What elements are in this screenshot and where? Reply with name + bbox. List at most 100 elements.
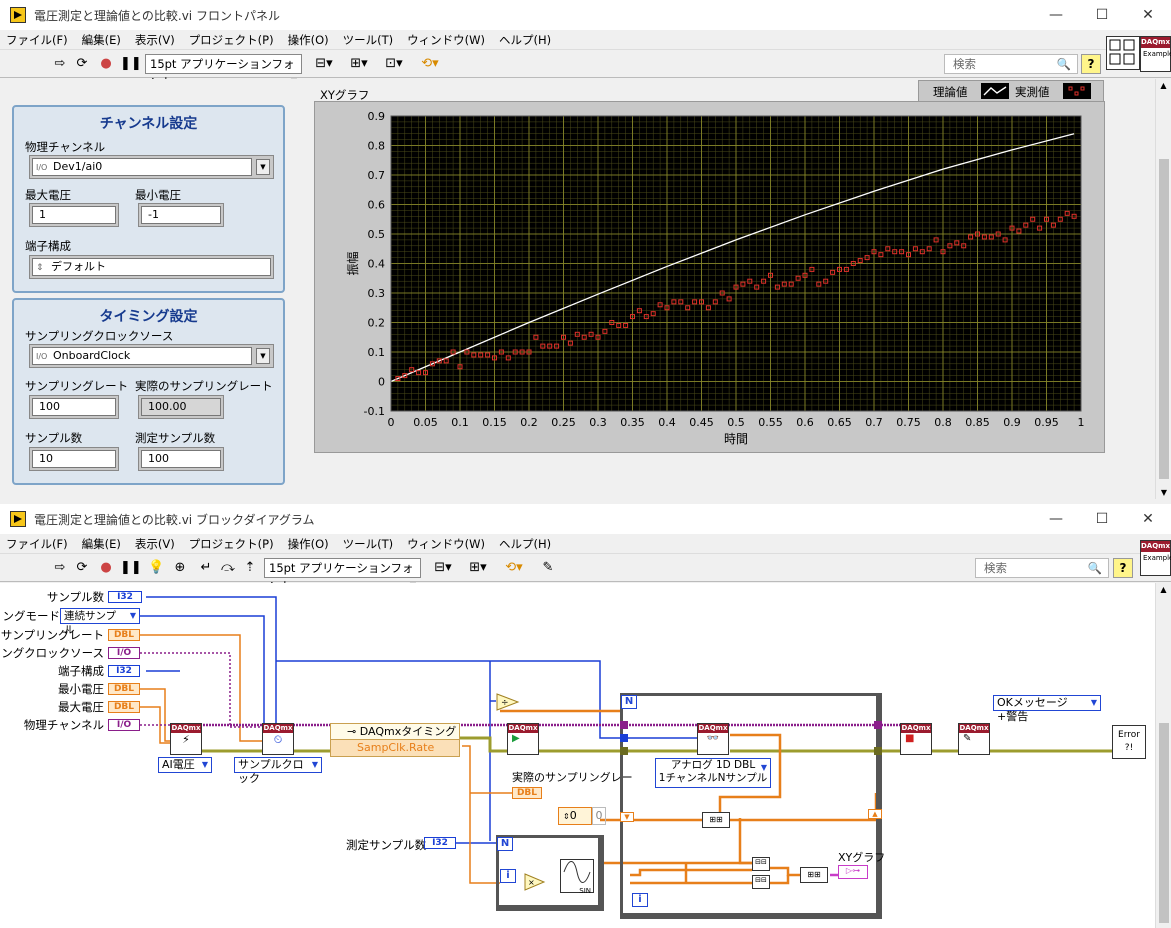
menu-item[interactable]: ウィンドウ(W) [407,32,485,48]
sine-function[interactable]: SIN [560,859,594,895]
daqmx-stop-vi[interactable]: DAQmx ■ [900,723,932,755]
align-objects-icon[interactable]: ⊟▾ [310,56,338,72]
daqmx-create-channel-vi[interactable]: DAQmx ⚡ [170,723,202,755]
max-voltage-input[interactable]: 1 [29,203,119,227]
scroll-thumb[interactable] [1159,723,1169,923]
sampling-rate-input[interactable]: 100 [29,395,119,419]
step-out-icon[interactable]: ⇡ [242,560,258,576]
scroll-down-icon[interactable]: ▼ [1156,488,1171,497]
help-button[interactable]: ? [1113,558,1133,578]
retain-wire-values-icon[interactable]: ⊕ [172,560,188,576]
build-array-plots[interactable]: ⊞⊞ [800,867,828,883]
bundle-function-b[interactable]: ⊟⊟ [752,875,770,889]
reorder-icon[interactable]: ⟲▾ [500,560,528,576]
terminal-config-terminal[interactable]: I32 [108,665,140,677]
menu-item[interactable]: ウィンドウ(W) [407,536,485,552]
run-arrow-icon[interactable]: ⇨ [52,560,68,576]
chevron-down-icon[interactable]: ▼ [256,159,270,175]
step-over-icon[interactable]: ⤼ [220,560,236,576]
daqmx-start-vi[interactable]: DAQmx ▶ [507,723,539,755]
min-voltage-terminal[interactable]: DBL [108,683,140,695]
minimize-button[interactable]: — [1033,0,1079,30]
resize-objects-icon[interactable]: ⊡▾ [380,56,408,72]
step-into-icon[interactable]: ↵ [198,560,214,576]
clean-up-diagram-icon[interactable]: ✎ [540,560,556,576]
search-input[interactable]: 検索 🔍 [944,54,1078,74]
distribute-objects-icon[interactable]: ⊞▾ [345,56,373,72]
font-select[interactable]: 15pt アプリケーションフォント [264,558,421,595]
simple-error-handler[interactable]: Error ?! [1112,725,1146,759]
samp-clk-rate-property[interactable]: SampClk.Rate [331,740,459,756]
menu-item[interactable]: 編集(E) [82,32,121,48]
ai-voltage-select[interactable]: AI電圧 [158,757,212,773]
align-objects-icon[interactable]: ⊟▾ [429,560,457,576]
read-mode-select[interactable]: アナログ 1D DBL 1チャンネルNサンプル ▼ [655,758,771,788]
sampling-rate-terminal[interactable]: DBL [108,629,140,641]
scroll-up-icon[interactable]: ▲ [1156,585,1171,594]
loop-count-terminal[interactable]: N [621,695,637,709]
font-select[interactable]: 15pt アプリケーションフォント [145,54,302,91]
highlight-execution-icon[interactable]: 💡 [148,560,164,576]
xy-graph-terminal[interactable]: ▷⊶ [838,865,868,879]
menu-item[interactable]: プロジェクト(P) [189,536,274,552]
close-button[interactable]: ✕ [1125,504,1171,534]
divide-function[interactable]: ÷ [496,693,520,711]
daqmx-timing-vi[interactable]: DAQmx ⏲ [262,723,294,755]
clock-source-terminal[interactable]: I/O [108,647,140,659]
error-message-select[interactable]: OKメッセージ+警告 [993,695,1101,723]
daqmx-timing-property-node[interactable]: ⊸ DAQmxタイミング SampClk.Rate [330,723,460,757]
search-input[interactable]: 検索 🔍 [975,558,1109,578]
menu-item[interactable]: プロジェクト(P) [189,32,274,48]
abort-icon[interactable]: ● [98,560,114,576]
build-array-function[interactable]: ⊞⊞ [702,812,730,828]
run-continuous-icon[interactable]: ⟳ [74,56,90,72]
minimize-button[interactable]: — [1033,504,1079,534]
for-loop-count-terminal[interactable]: N [497,837,513,851]
samples-terminal[interactable]: I32 [108,591,142,603]
terminal-config-ring[interactable]: ⇕ デフォルト [29,255,274,279]
measure-samples-input[interactable]: 100 [138,447,224,471]
while-loop[interactable] [620,693,882,919]
daqmx-read-vi[interactable]: DAQmx 👓 [697,723,729,755]
menu-item[interactable]: 操作(O) [288,32,329,48]
pause-icon[interactable]: ❚❚ [120,560,142,576]
abort-icon[interactable]: ● [98,56,114,72]
maximize-button[interactable]: ☐ [1079,0,1125,30]
multiply-function[interactable]: × [524,873,546,891]
samples-input[interactable]: 10 [29,447,119,471]
physical-channel-control[interactable]: I/O Dev1/ai0 ▼ [29,155,274,179]
menu-item[interactable]: ヘルプ(H) [499,32,551,48]
maximize-button[interactable]: ☐ [1079,504,1125,534]
reorder-icon[interactable]: ⟲▾ [416,56,444,72]
block-diagram-scrollbar[interactable]: ▲ [1155,583,1171,928]
menu-item[interactable]: 表示(V) [135,32,175,48]
menu-item[interactable]: 表示(V) [135,536,175,552]
sample-mode-ring[interactable]: 連続サンプル [60,608,140,636]
menu-item[interactable]: 編集(E) [82,536,121,552]
min-voltage-input[interactable]: -1 [138,203,224,227]
clock-source-control[interactable]: I/O OnboardClock ▼ [29,344,274,368]
menu-item[interactable]: ヘルプ(H) [499,536,551,552]
front-panel-scrollbar[interactable]: ▲ ▼ [1155,79,1171,499]
sample-clock-select[interactable]: サンプルクロック [234,757,322,785]
scroll-up-icon[interactable]: ▲ [1156,81,1171,90]
actual-rate-indicator-terminal[interactable]: DBL [512,787,542,799]
for-loop-iteration-terminal[interactable]: i [500,869,516,883]
distribute-objects-icon[interactable]: ⊞▾ [464,560,492,576]
bundle-function-a[interactable]: ⊟⊟ [752,857,770,871]
help-button[interactable]: ? [1081,54,1101,74]
plot-legend[interactable]: 理論値 実測値 [918,80,1104,102]
menu-item[interactable]: ファイル(F) [6,536,68,552]
close-button[interactable]: ✕ [1125,0,1171,30]
max-voltage-terminal[interactable]: DBL [108,701,140,713]
chevron-down-icon[interactable]: ▼ [256,348,270,364]
menu-item[interactable]: ファイル(F) [6,32,68,48]
loop-iteration-terminal[interactable]: i [632,893,648,907]
ring-updown-icon[interactable]: ⇕ [36,260,44,276]
pause-icon[interactable]: ❚❚ [120,56,142,72]
daqmx-clear-vi[interactable]: DAQmx ✎ [958,723,990,755]
physical-channel-terminal[interactable]: I/O [108,719,140,731]
run-arrow-icon[interactable]: ⇨ [52,56,68,72]
run-continuous-icon[interactable]: ⟳ [74,560,90,576]
menu-item[interactable]: ツール(T) [343,32,394,48]
